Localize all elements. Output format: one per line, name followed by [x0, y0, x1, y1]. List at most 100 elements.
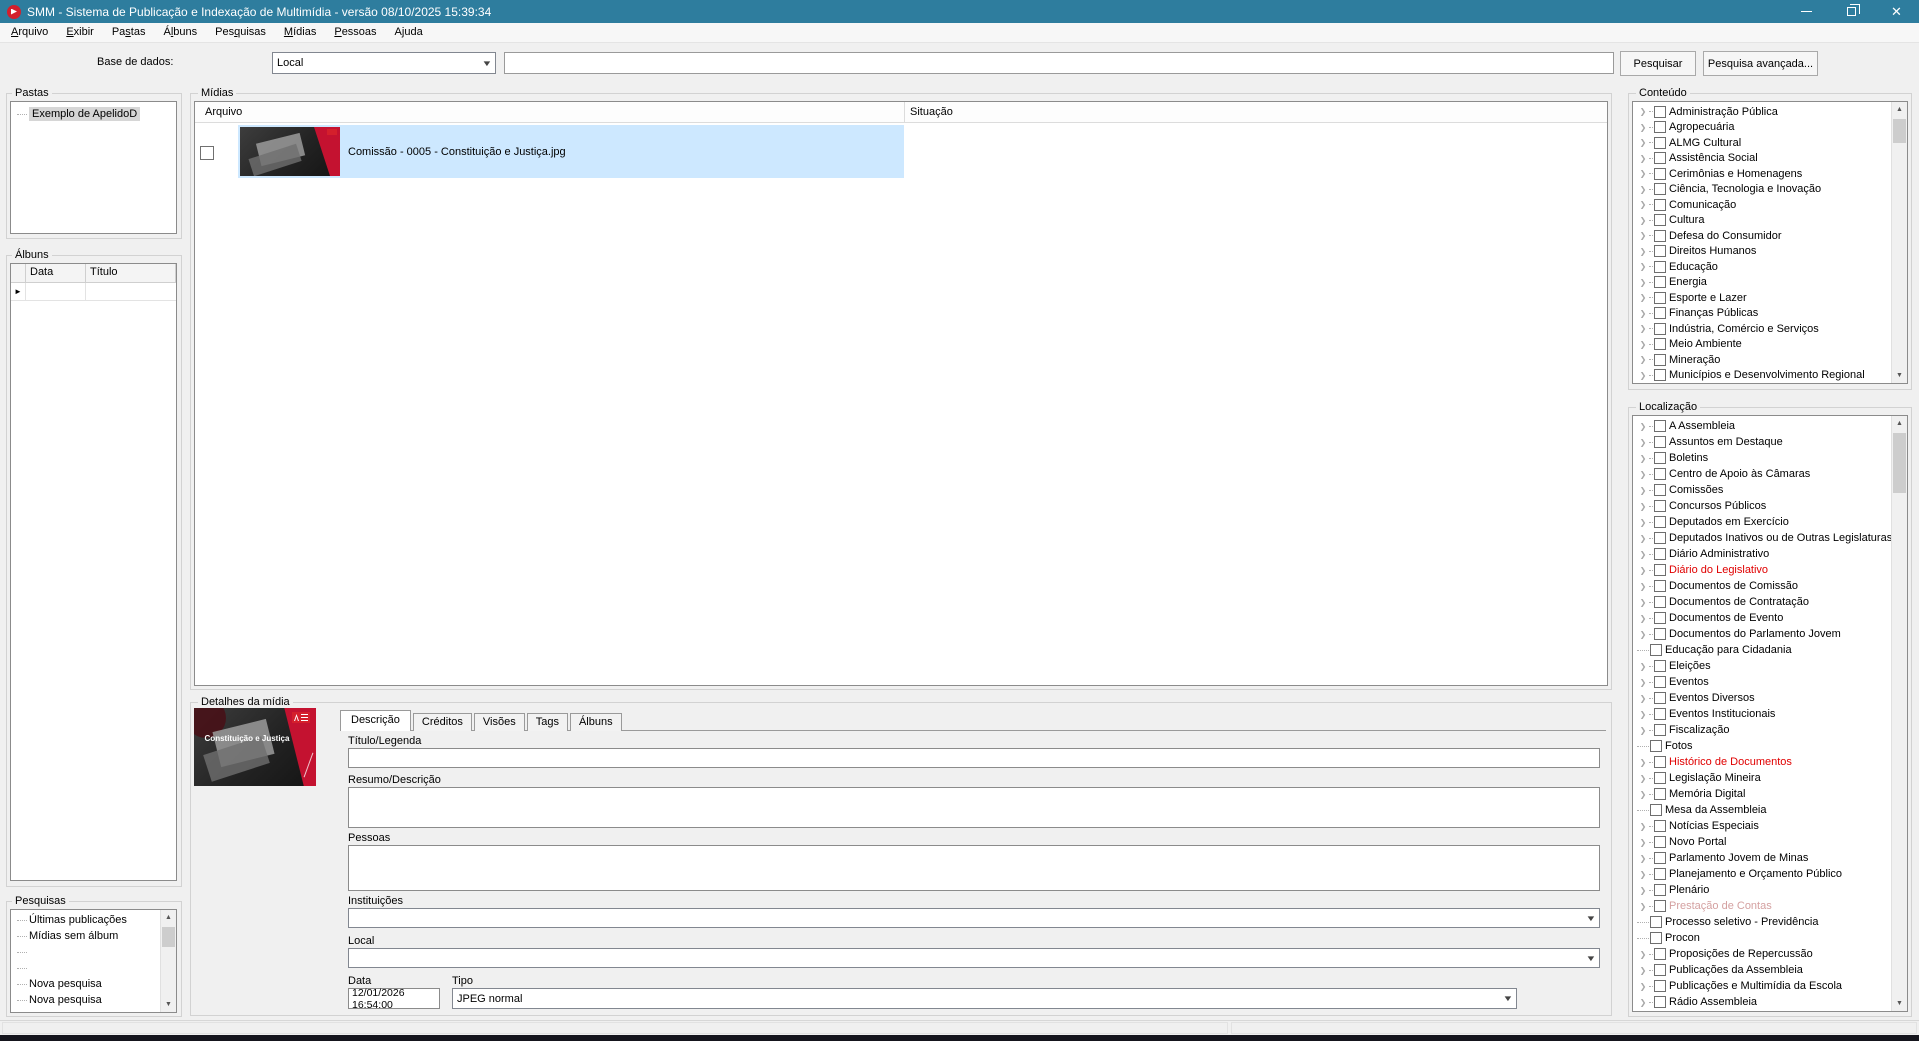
localizacao-checkbox[interactable] — [1654, 708, 1666, 720]
chevron-right-icon[interactable]: ❯ — [1637, 790, 1649, 799]
pesquisas-item[interactable] — [11, 1008, 160, 1013]
chevron-right-icon[interactable]: ❯ — [1637, 486, 1649, 495]
local-select[interactable]: ▼ — [348, 948, 1600, 968]
conteudo-checkbox[interactable] — [1654, 199, 1666, 211]
column-divider[interactable] — [904, 102, 905, 123]
chevron-right-icon[interactable]: ❯ — [1637, 870, 1649, 879]
localizacao-checkbox[interactable] — [1654, 852, 1666, 864]
localizacao-item[interactable]: ❯Eventos — [1633, 674, 1891, 690]
albuns-col-data[interactable]: Data — [26, 264, 86, 283]
chevron-right-icon[interactable]: ❯ — [1637, 216, 1649, 225]
localizacao-item[interactable]: ❯Documentos de Contratação — [1633, 594, 1891, 610]
conteudo-item[interactable]: ❯Ciência, Tecnologia e Inovação — [1633, 182, 1891, 198]
chevron-right-icon[interactable]: ❯ — [1637, 309, 1649, 318]
chevron-right-icon[interactable]: ❯ — [1637, 982, 1649, 991]
conteudo-item[interactable]: ❯Meio Ambiente — [1633, 337, 1891, 353]
localizacao-checkbox[interactable] — [1650, 740, 1662, 752]
chevron-right-icon[interactable]: ❯ — [1637, 694, 1649, 703]
chevron-right-icon[interactable]: ❯ — [1637, 630, 1649, 639]
localizacao-checkbox[interactable] — [1654, 484, 1666, 496]
albuns-empty-row[interactable]: ► — [11, 283, 176, 301]
tab-álbuns[interactable]: Álbuns — [570, 713, 622, 731]
localizacao-checkbox[interactable] — [1654, 948, 1666, 960]
chevron-right-icon[interactable]: ❯ — [1637, 966, 1649, 975]
conteudo-checkbox[interactable] — [1654, 121, 1666, 133]
chevron-right-icon[interactable]: ❯ — [1637, 710, 1649, 719]
localizacao-item[interactable]: ❯Plenário — [1633, 882, 1891, 898]
localizacao-checkbox[interactable] — [1654, 564, 1666, 576]
localizacao-checkbox[interactable] — [1654, 532, 1666, 544]
scroll-down-icon[interactable]: ▼ — [161, 997, 176, 1012]
localizacao-checkbox[interactable] — [1650, 804, 1662, 816]
localizacao-item[interactable]: ❯Novo Portal — [1633, 834, 1891, 850]
chevron-right-icon[interactable]: ❯ — [1637, 886, 1649, 895]
conteudo-checkbox[interactable] — [1654, 183, 1666, 195]
localizacao-item[interactable]: ❯Deputados Inativos ou de Outras Legisla… — [1633, 530, 1891, 546]
tab-visões[interactable]: Visões — [474, 713, 525, 731]
localizacao-item[interactable]: ❯Boletins — [1633, 450, 1891, 466]
chevron-right-icon[interactable]: ❯ — [1637, 247, 1649, 256]
localizacao-checkbox[interactable] — [1650, 932, 1662, 944]
pesquisas-item[interactable]: Mídias sem álbum — [11, 928, 160, 944]
pesquisas-item[interactable]: Nova pesquisa — [11, 992, 160, 1008]
localizacao-item[interactable]: ❯Rádio Assembleia — [1633, 994, 1891, 1010]
conteudo-item[interactable]: ❯Educação — [1633, 259, 1891, 275]
localizacao-checkbox[interactable] — [1654, 884, 1666, 896]
chevron-right-icon[interactable]: ❯ — [1637, 470, 1649, 479]
chevron-right-icon[interactable]: ❯ — [1637, 107, 1649, 116]
conteudo-checkbox[interactable] — [1654, 214, 1666, 226]
chevron-right-icon[interactable]: ❯ — [1637, 582, 1649, 591]
localizacao-checkbox[interactable] — [1654, 628, 1666, 640]
localizacao-checkbox[interactable] — [1654, 980, 1666, 992]
chevron-right-icon[interactable]: ❯ — [1637, 355, 1649, 364]
conteudo-checkbox[interactable] — [1654, 292, 1666, 304]
localizacao-item[interactable]: ❯Publicações e Multimídia da Escola — [1633, 978, 1891, 994]
localizacao-item[interactable]: ❯Memória Digital — [1633, 786, 1891, 802]
localizacao-checkbox[interactable] — [1654, 516, 1666, 528]
chevron-right-icon[interactable]: ❯ — [1637, 726, 1649, 735]
conteudo-checkbox[interactable] — [1654, 106, 1666, 118]
conteudo-checkbox[interactable] — [1654, 276, 1666, 288]
localizacao-checkbox[interactable] — [1654, 596, 1666, 608]
advanced-search-button[interactable]: Pesquisa avançada... — [1703, 51, 1818, 76]
conteudo-checkbox[interactable] — [1654, 323, 1666, 335]
midias-col-situacao[interactable]: Situação — [910, 106, 953, 118]
localizacao-item[interactable]: Procon — [1633, 930, 1891, 946]
localizacao-checkbox[interactable] — [1654, 996, 1666, 1008]
conteudo-item[interactable]: ❯ALMG Cultural — [1633, 135, 1891, 151]
localizacao-item[interactable]: ❯Eleições — [1633, 658, 1891, 674]
chevron-right-icon[interactable]: ❯ — [1637, 950, 1649, 959]
chevron-right-icon[interactable]: ❯ — [1637, 598, 1649, 607]
localizacao-item[interactable]: ❯Documentos de Comissão — [1633, 578, 1891, 594]
localizacao-item[interactable]: ❯Diário do Legislativo — [1633, 562, 1891, 578]
localizacao-checkbox[interactable] — [1654, 436, 1666, 448]
localizacao-item[interactable]: ❯Eventos Institucionais — [1633, 706, 1891, 722]
chevron-right-icon[interactable]: ❯ — [1637, 758, 1649, 767]
localizacao-item[interactable]: ❯Documentos do Parlamento Jovem — [1633, 626, 1891, 642]
localizacao-item[interactable]: ❯Histórico de Documentos — [1633, 754, 1891, 770]
localizacao-item[interactable]: Recursos Didáticos — [1633, 1010, 1891, 1012]
search-input[interactable] — [504, 52, 1614, 74]
pesquisas-item[interactable] — [11, 944, 160, 960]
localizacao-checkbox[interactable] — [1654, 788, 1666, 800]
search-button[interactable]: Pesquisar — [1620, 51, 1696, 76]
localizacao-checkbox[interactable] — [1654, 836, 1666, 848]
localizacao-checkbox[interactable] — [1654, 692, 1666, 704]
localizacao-checkbox[interactable] — [1654, 468, 1666, 480]
minimize-button[interactable] — [1784, 0, 1829, 23]
chevron-right-icon[interactable]: ❯ — [1637, 854, 1649, 863]
localizacao-checkbox[interactable] — [1654, 756, 1666, 768]
chevron-right-icon[interactable]: ❯ — [1637, 998, 1649, 1007]
localizacao-checkbox[interactable] — [1654, 964, 1666, 976]
menu-mídias[interactable]: Mídias — [275, 23, 325, 42]
conteudo-checkbox[interactable] — [1654, 137, 1666, 149]
pesquisas-item[interactable] — [11, 960, 160, 976]
localizacao-checkbox[interactable] — [1654, 452, 1666, 464]
localizacao-item[interactable]: ❯A Assembleia — [1633, 418, 1891, 434]
chevron-right-icon[interactable]: ❯ — [1637, 502, 1649, 511]
conteudo-checkbox[interactable] — [1654, 168, 1666, 180]
chevron-right-icon[interactable]: ❯ — [1637, 566, 1649, 575]
conteudo-item[interactable]: ❯Defesa do Consumidor — [1633, 228, 1891, 244]
scroll-thumb[interactable] — [1893, 433, 1906, 493]
scroll-thumb[interactable] — [1893, 119, 1906, 143]
